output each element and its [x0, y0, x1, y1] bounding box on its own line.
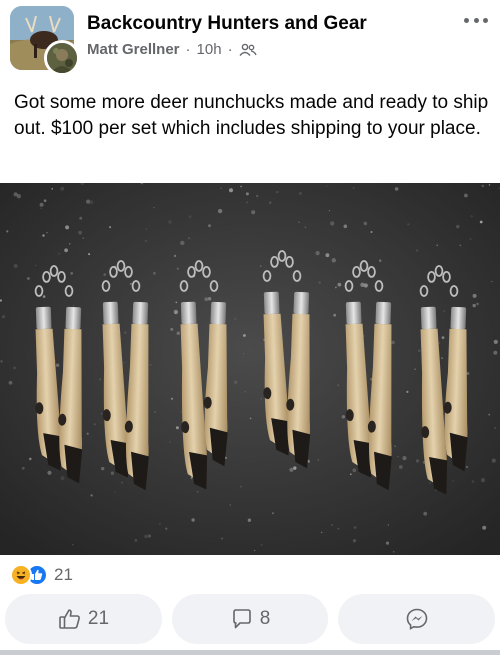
- post-time[interactable]: 10h: [197, 41, 222, 58]
- group-name[interactable]: Backcountry Hunters and Gear: [87, 13, 367, 35]
- comment-button[interactable]: 8: [172, 594, 328, 644]
- reactions-summary[interactable]: 21: [10, 561, 73, 589]
- like-count: 21: [87, 608, 110, 629]
- haha-icon: [10, 564, 32, 586]
- post-divider: [0, 650, 500, 655]
- messenger-share-button[interactable]: [338, 594, 495, 644]
- post-header: Backcountry Hunters and Gear Matt Grelln…: [0, 0, 500, 80]
- thumbs-up-icon: [58, 607, 82, 631]
- meta-separator: ·: [185, 41, 191, 58]
- user-avatar[interactable]: [44, 40, 80, 76]
- like-button[interactable]: 21: [5, 594, 162, 644]
- author-name[interactable]: Matt Grellner: [87, 41, 180, 58]
- post-meta: Matt Grellner · 10h ·: [87, 41, 257, 58]
- more-options-icon[interactable]: [464, 12, 488, 28]
- post-photo[interactable]: [0, 183, 500, 555]
- meta-separator: ·: [227, 41, 233, 58]
- action-row: 21 8: [0, 594, 500, 644]
- comment-icon: [230, 607, 254, 631]
- comment-count: 8: [259, 608, 271, 629]
- reaction-count[interactable]: 21: [54, 565, 73, 585]
- members-icon: [239, 43, 257, 57]
- post-body: Got some more deer nunchucks made and re…: [14, 92, 489, 139]
- messenger-icon: [405, 607, 429, 631]
